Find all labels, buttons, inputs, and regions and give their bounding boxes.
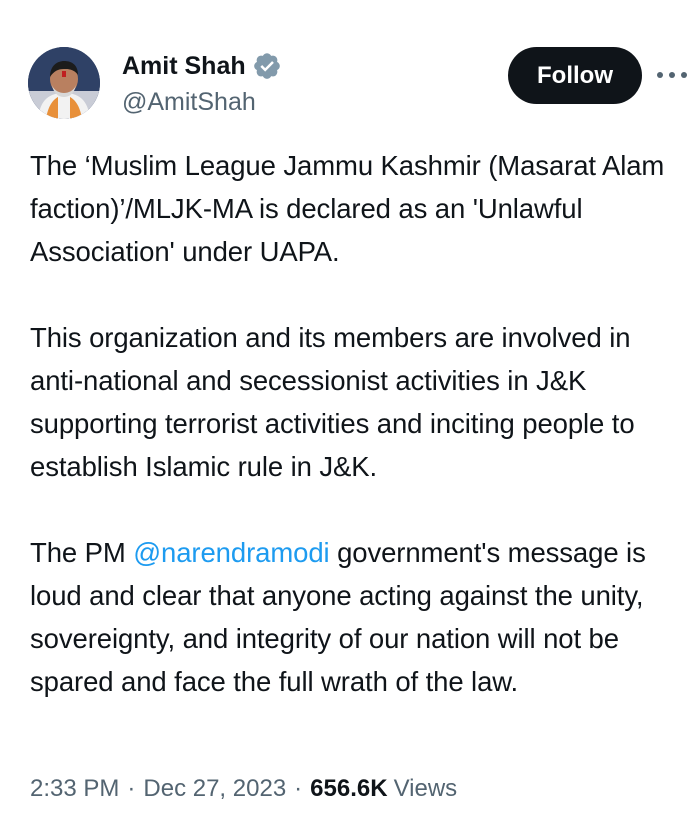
meta-separator: · (127, 775, 136, 802)
more-dot (681, 72, 687, 78)
author-handle[interactable]: @AmitShah (122, 88, 256, 117)
author-display-name[interactable]: Amit Shah (122, 52, 246, 81)
meta-separator: · (294, 775, 303, 802)
avatar-image (28, 47, 100, 119)
tweet-date[interactable]: Dec 27, 2023 (143, 775, 286, 803)
tweet-card: Amit Shah @AmitShah Follow The ‘Muslim L… (0, 0, 694, 832)
follow-button[interactable]: Follow (508, 47, 642, 104)
mention-link[interactable]: @narendramodi (133, 537, 329, 568)
verified-badge-icon (252, 51, 282, 81)
author-name-row: Amit Shah (122, 50, 282, 82)
more-options-icon[interactable] (657, 63, 687, 87)
more-dot (657, 72, 663, 78)
tweet-paragraph-2: This organization and its members are in… (30, 322, 635, 482)
more-dot (669, 72, 675, 78)
tweet-text: The ‘Muslim League Jammu Kashmir (Masara… (30, 144, 690, 703)
author-avatar[interactable] (28, 47, 100, 119)
tweet-paragraph-1: The ‘Muslim League Jammu Kashmir (Masara… (30, 150, 665, 267)
tweet-meta: 2:33 PM · Dec 27, 2023 · 656.6K Views (30, 775, 457, 803)
tweet-paragraph-3: The PM @narendramodi government's messag… (30, 531, 690, 703)
views-label: Views (393, 775, 458, 802)
tweet-paragraph-3-prefix: The PM (30, 537, 134, 568)
tweet-time[interactable]: 2:33 PM (30, 775, 119, 803)
views-count: 656.6K (310, 775, 388, 802)
